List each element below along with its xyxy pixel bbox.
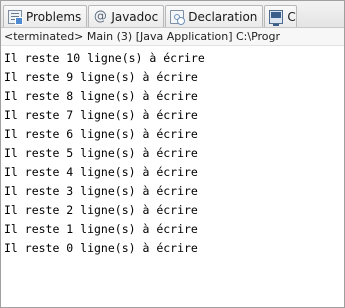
declaration-icon (170, 9, 186, 25)
console-line: Il reste 5 ligne(s) à écrire (4, 146, 198, 160)
console-line: Il reste 3 ligne(s) à écrire (4, 184, 198, 198)
console-line: Il reste 0 ligne(s) à écrire (4, 241, 198, 255)
console-line: Il reste 8 ligne(s) à écrire (4, 89, 198, 103)
console-line: Il reste 9 ligne(s) à écrire (4, 70, 198, 84)
tab-javadoc-label: Javadoc (111, 9, 159, 24)
console-line: Il reste 4 ligne(s) à écrire (4, 165, 198, 179)
console-line: Il reste 6 ligne(s) à écrire (4, 127, 198, 141)
console-line: Il reste 2 ligne(s) à écrire (4, 203, 198, 217)
tab-declaration-label: Declaration (188, 9, 258, 24)
problems-icon (8, 9, 23, 25)
tab-console-label: C (287, 9, 296, 24)
console-line: Il reste 10 ligne(s) à écrire (4, 51, 205, 65)
console-line: Il reste 7 ligne(s) à écrire (4, 108, 198, 122)
tab-console[interactable]: C (264, 5, 297, 27)
console-icon (269, 9, 284, 26)
tab-javadoc[interactable]: @ Javadoc (88, 5, 165, 27)
console-view: Problems @ Javadoc Declaration C <termin… (0, 0, 345, 308)
tab-declaration[interactable]: Declaration (165, 5, 264, 27)
tab-problems-label: Problems (26, 9, 82, 24)
view-tab-bar: Problems @ Javadoc Declaration C (1, 1, 344, 28)
tab-problems[interactable]: Problems (3, 5, 88, 27)
console-line: Il reste 1 ligne(s) à écrire (4, 222, 198, 236)
console-output[interactable]: Il reste 10 ligne(s) à écrire Il reste 9… (1, 46, 344, 258)
javadoc-icon: @ (93, 8, 107, 24)
console-status-line: <terminated> Main (3) [Java Application]… (1, 28, 344, 46)
